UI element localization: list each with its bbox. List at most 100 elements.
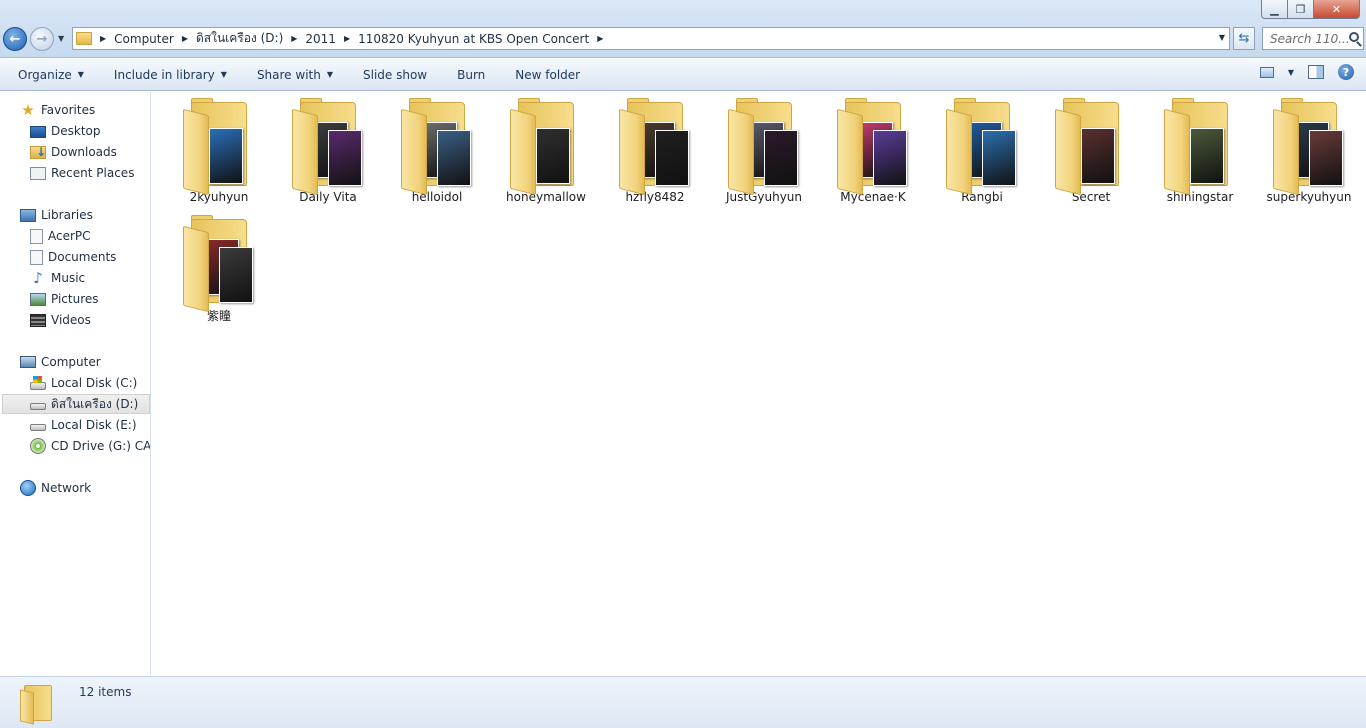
folder-icon: [1051, 98, 1131, 196]
music-icon: ♪: [33, 269, 43, 287]
slide-show-button[interactable]: Slide show: [345, 63, 439, 87]
nav-recent-places[interactable]: Recent Places: [30, 163, 134, 183]
nav-videos[interactable]: Videos: [30, 310, 91, 330]
chevron-right-icon[interactable]: ▶: [182, 34, 188, 43]
folder-icon: [506, 98, 586, 196]
chevron-right-icon[interactable]: ▶: [597, 34, 603, 43]
nav-network[interactable]: Network: [20, 478, 91, 498]
view-options-dropdown-icon[interactable]: ▼: [1288, 68, 1294, 77]
folder-photo-thumbnail: [764, 130, 798, 186]
navigation-pane: ★ Favorites Desktop Downloads Recent Plac…: [0, 92, 151, 675]
nav-label: Pictures: [51, 292, 99, 306]
cd-drive-icon: [30, 438, 46, 454]
burn-button[interactable]: Burn: [439, 63, 497, 87]
nav-label: Local Disk (E:): [51, 418, 137, 432]
chevron-right-icon[interactable]: ▶: [100, 34, 106, 43]
folder-item[interactable]: honeymallow: [496, 94, 596, 212]
share-with-button[interactable]: Share with ▼: [239, 63, 345, 87]
close-button[interactable]: ✕: [1314, 0, 1360, 19]
forward-button[interactable]: →: [30, 27, 54, 51]
back-button[interactable]: ←: [3, 27, 27, 51]
nav-label: Music: [51, 271, 86, 285]
nav-label: ดิสในเครือง (D:): [51, 396, 139, 411]
include-in-library-label: Include in library: [113, 67, 215, 82]
nav-label: Recent Places: [51, 166, 135, 180]
nav-drive-c[interactable]: Local Disk (C:): [30, 373, 137, 393]
nav-drive-d[interactable]: ดิสในเครือง (D:): [2, 394, 150, 414]
help-icon[interactable]: ?: [1338, 64, 1354, 80]
nav-documents[interactable]: Documents: [30, 247, 116, 267]
nav-pictures[interactable]: Pictures: [30, 289, 99, 309]
nav-label: Downloads: [51, 145, 117, 159]
folder-icon: [1269, 98, 1349, 196]
window-controls: ▁ ❐ ✕: [1261, 0, 1360, 19]
nav-label: Desktop: [51, 124, 101, 138]
folder-photo-thumbnail: [1309, 130, 1343, 186]
address-dropdown-icon[interactable]: ▼: [1219, 33, 1225, 42]
desktop-icon: [30, 126, 46, 138]
search-box[interactable]: [1262, 27, 1364, 50]
folder-photo-thumbnail: [219, 247, 253, 303]
change-view-icon[interactable]: [1259, 66, 1274, 78]
chevron-right-icon[interactable]: ▶: [344, 34, 350, 43]
chevron-right-icon[interactable]: ▶: [291, 34, 297, 43]
folder-item[interactable]: JustGyuhyun: [714, 94, 814, 212]
documents-icon: [30, 249, 43, 265]
folder-item[interactable]: helloidol: [387, 94, 487, 212]
folder-item[interactable]: Rangbi: [932, 94, 1032, 212]
breadcrumb-drive-d[interactable]: ดิสในเครือง (D:): [196, 29, 283, 48]
breadcrumb-2011[interactable]: 2011: [305, 32, 336, 46]
title-bar: ▁ ❐ ✕ ← → ▼ ▶ Computer ▶ ดิสในเครือง (D:…: [0, 0, 1366, 58]
nav-label: Favorites: [41, 103, 96, 117]
folder-item[interactable]: hzfly8482: [605, 94, 705, 212]
caret-down-icon: ▼: [77, 70, 84, 79]
folder-photo-thumbnail: [1190, 128, 1224, 184]
folder-photo-thumbnail: [437, 130, 471, 186]
nav-favorites[interactable]: ★ Favorites: [20, 100, 95, 120]
nav-label: AcerPC: [48, 229, 91, 243]
folder-icon: [724, 98, 804, 196]
nav-label: CD Drive (G:) CAT CD: [51, 439, 151, 453]
nav-libraries[interactable]: Libraries: [20, 205, 93, 225]
nav-computer[interactable]: Computer: [20, 352, 101, 372]
nav-acerpc[interactable]: AcerPC: [30, 226, 91, 246]
libraries-icon: [20, 208, 36, 222]
folder-icon: [179, 98, 259, 196]
folder-item[interactable]: superkyuhyun: [1259, 94, 1359, 212]
include-in-library-button[interactable]: Include in library ▼: [96, 63, 239, 87]
drive-icon: [30, 403, 46, 410]
refresh-button[interactable]: ⇆: [1233, 27, 1255, 50]
minimize-button[interactable]: ▁: [1261, 0, 1288, 19]
folder-icon: [615, 98, 695, 196]
file-list: 2kyuhyun Daily Vita helloidol honeymallo…: [152, 92, 1366, 675]
nav-label: Libraries: [41, 208, 93, 222]
new-folder-button[interactable]: New folder: [497, 63, 592, 87]
nav-desktop[interactable]: Desktop: [30, 121, 101, 141]
folder-item[interactable]: 紫瞳: [169, 211, 269, 329]
nav-music[interactable]: ♪ Music: [30, 268, 85, 288]
maximize-button[interactable]: ❐: [1288, 0, 1314, 19]
refresh-icon: ⇆: [1238, 31, 1250, 46]
nav-drive-g[interactable]: CD Drive (G:) CAT CD: [30, 436, 151, 456]
recent-pages-dropdown[interactable]: ▼: [58, 34, 68, 44]
folder-icon: [397, 98, 477, 196]
nav-drive-e[interactable]: Local Disk (E:): [30, 415, 137, 435]
address-bar[interactable]: ▶ Computer ▶ ดิสในเครือง (D:) ▶ 2011 ▶ 1…: [72, 27, 1230, 50]
network-icon: [20, 480, 36, 496]
breadcrumb-computer[interactable]: Computer: [114, 32, 174, 46]
folder-photo-thumbnail: [209, 128, 243, 184]
preview-pane-icon[interactable]: [1308, 65, 1324, 79]
folder-item[interactable]: Daily Vita: [278, 94, 378, 212]
breadcrumb-current-folder[interactable]: 110820 Kyuhyun at KBS Open Concert: [358, 32, 589, 46]
folder-item[interactable]: 2kyuhyun: [169, 94, 269, 212]
folder-item[interactable]: Secret: [1041, 94, 1141, 212]
folder-icon: [20, 683, 54, 725]
folder-item[interactable]: shiningstar: [1150, 94, 1250, 212]
organize-button[interactable]: Organize ▼: [0, 63, 96, 87]
folder-icon: [833, 98, 913, 196]
search-input[interactable]: [1270, 29, 1352, 49]
folder-item[interactable]: Mycenae·K: [823, 94, 923, 212]
search-icon[interactable]: [1349, 32, 1359, 42]
nav-downloads[interactable]: Downloads: [30, 142, 117, 162]
system-drive-icon: [30, 376, 46, 390]
